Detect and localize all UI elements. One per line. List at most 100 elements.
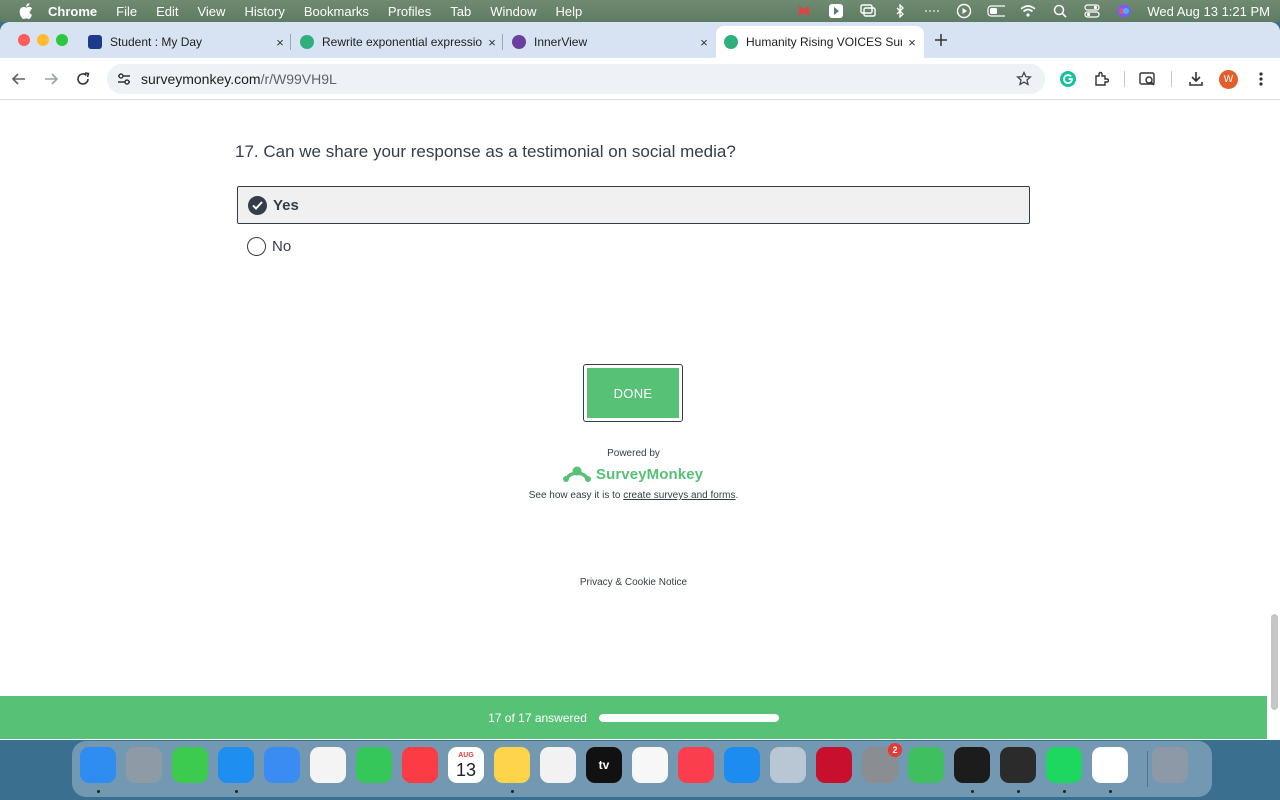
dock-messages-icon[interactable] bbox=[172, 747, 208, 783]
progress-track bbox=[598, 713, 779, 722]
tab-separator bbox=[502, 34, 503, 50]
tagline-suffix: . bbox=[735, 490, 739, 501]
grammarly-icon[interactable] bbox=[1057, 68, 1079, 90]
tab-student-my-day[interactable]: Student : My Day × bbox=[80, 26, 288, 58]
dock-news-icon[interactable] bbox=[678, 747, 714, 783]
tab-close-icon[interactable]: × bbox=[484, 34, 500, 50]
extensions-icon[interactable] bbox=[1090, 68, 1112, 90]
tab-close-icon[interactable]: × bbox=[272, 34, 288, 50]
menu-window[interactable]: Window bbox=[490, 4, 536, 19]
dots-menu-icon[interactable] bbox=[923, 4, 941, 18]
dock-system-settings-icon[interactable]: 2 bbox=[862, 743, 902, 783]
back-icon[interactable] bbox=[8, 68, 30, 90]
tab-close-icon[interactable]: × bbox=[904, 34, 920, 50]
dock-calendar-icon[interactable]: AUG 13 bbox=[448, 747, 484, 783]
dock-music-icon[interactable] bbox=[402, 747, 438, 783]
menu-view[interactable]: View bbox=[197, 4, 225, 19]
address-bar[interactable]: surveymonkey.com/r/W99VH9L bbox=[107, 64, 1045, 94]
tab-title: Rewrite exponential expressio bbox=[322, 35, 482, 49]
dock-tv-icon[interactable]: tv bbox=[586, 747, 622, 783]
answer-label: No bbox=[272, 237, 292, 255]
control-center-icon[interactable] bbox=[1083, 4, 1101, 18]
dock-app-store-icon[interactable] bbox=[724, 747, 760, 783]
tab-title: Humanity Rising VOICES Surv bbox=[746, 35, 902, 49]
tab-rewrite-exponential[interactable]: Rewrite exponential expressio × bbox=[292, 26, 500, 58]
close-window-button[interactable] bbox=[18, 34, 30, 46]
dock-launchpad-icon[interactable] bbox=[126, 747, 162, 783]
url-path: /r/W99VH9L bbox=[260, 71, 337, 87]
progress-footer: 17 of 17 answered bbox=[0, 696, 1267, 739]
siri-icon[interactable] bbox=[1115, 4, 1133, 18]
play-circle-icon[interactable] bbox=[955, 3, 973, 19]
menubar-clock[interactable]: Wed Aug 13 1:21 PM bbox=[1147, 4, 1270, 19]
menu-bar: Chrome File Edit View History Bookmarks … bbox=[0, 0, 1280, 22]
tab-close-icon[interactable]: × bbox=[696, 34, 712, 50]
answer-option-yes[interactable]: Yes bbox=[237, 186, 1030, 224]
more-menu-icon[interactable] bbox=[1250, 68, 1272, 90]
create-surveys-link[interactable]: create surveys and forms bbox=[623, 490, 735, 501]
radio-button-icon[interactable] bbox=[247, 236, 266, 256]
checkmark-icon[interactable] bbox=[248, 195, 267, 215]
tab-humanity-rising-survey[interactable]: Humanity Rising VOICES Surv × bbox=[716, 26, 924, 58]
battery-icon[interactable] bbox=[987, 4, 1006, 18]
download-icon[interactable] bbox=[1185, 68, 1207, 90]
tagline-prefix: See how easy it is to bbox=[528, 490, 624, 501]
media-menu-icon[interactable] bbox=[827, 4, 845, 18]
dock-preview-icon[interactable] bbox=[770, 747, 806, 783]
tab-strip: Student : My Day × Rewrite exponential e… bbox=[0, 22, 1280, 58]
reload-icon[interactable] bbox=[72, 68, 94, 90]
url-domain: surveymonkey.com bbox=[141, 71, 261, 87]
survey-page: 17. Can we share your response as a test… bbox=[0, 100, 1280, 740]
menu-edit[interactable]: Edit bbox=[156, 4, 178, 19]
dock-photos-icon[interactable] bbox=[310, 747, 346, 783]
tab-search-icon[interactable] bbox=[1137, 68, 1159, 90]
page-scrollbar[interactable] bbox=[1271, 614, 1278, 710]
answer-option-no[interactable]: No bbox=[237, 227, 1030, 265]
site-settings-icon[interactable] bbox=[115, 70, 133, 88]
bluetooth-icon[interactable] bbox=[891, 4, 909, 18]
bookmark-star-icon[interactable] bbox=[1015, 70, 1033, 88]
dock-safari-icon[interactable] bbox=[218, 747, 254, 783]
dock-infuse-icon[interactable] bbox=[1000, 747, 1036, 783]
dock-find-my-icon[interactable] bbox=[908, 747, 944, 783]
privacy-cookie-notice-link[interactable]: Privacy & Cookie Notice bbox=[0, 577, 1267, 588]
dock-reminders-icon[interactable] bbox=[632, 747, 668, 783]
menu-file[interactable]: File bbox=[116, 4, 137, 19]
dock-chrome-icon[interactable] bbox=[1092, 747, 1128, 783]
wifi-icon[interactable] bbox=[1019, 4, 1037, 18]
done-button[interactable]: DONE bbox=[587, 368, 679, 418]
surveymonkey-logo[interactable]: SurveyMonkey bbox=[563, 463, 703, 485]
zoom-window-button[interactable] bbox=[56, 34, 68, 46]
dock-finder-icon[interactable] bbox=[80, 747, 116, 783]
dock-icon-label: tv bbox=[598, 758, 610, 772]
new-tab-button[interactable] bbox=[932, 31, 950, 49]
dock-facetime-icon[interactable] bbox=[356, 747, 392, 783]
dock-notes-icon[interactable] bbox=[494, 747, 530, 783]
toolbar-divider bbox=[1171, 71, 1172, 87]
screen-mirror-icon[interactable] bbox=[859, 4, 877, 18]
dock-spotify-icon[interactable] bbox=[1046, 747, 1082, 783]
innerview-favicon-icon bbox=[512, 35, 526, 49]
browser-toolbar: surveymonkey.com/r/W99VH9L W bbox=[0, 58, 1280, 100]
forward-icon[interactable] bbox=[40, 68, 62, 90]
menu-tab[interactable]: Tab bbox=[450, 4, 471, 19]
dock-mail-icon[interactable] bbox=[264, 747, 300, 783]
dock-trash-icon[interactable] bbox=[1152, 747, 1188, 783]
dock-soundboard-icon[interactable] bbox=[954, 747, 990, 783]
menu-profiles[interactable]: Profiles bbox=[388, 4, 431, 19]
progress-text: 17 of 17 answered bbox=[488, 710, 587, 725]
menu-bookmarks[interactable]: Bookmarks bbox=[304, 4, 369, 19]
menu-history[interactable]: History bbox=[244, 4, 284, 19]
tab-innerview[interactable]: InnerView × bbox=[504, 26, 712, 58]
minimize-window-button[interactable] bbox=[37, 34, 49, 46]
mcafee-menu-icon[interactable] bbox=[795, 4, 813, 18]
menu-help[interactable]: Help bbox=[556, 4, 583, 19]
dock-freeform-icon[interactable] bbox=[540, 747, 576, 783]
spotlight-search-icon[interactable] bbox=[1051, 4, 1069, 18]
profile-avatar[interactable]: W bbox=[1219, 70, 1238, 89]
dock-mcafee-icon[interactable] bbox=[816, 747, 852, 783]
toolbar-divider bbox=[1124, 71, 1125, 87]
apple-icon[interactable] bbox=[18, 3, 34, 19]
url-text[interactable]: surveymonkey.com/r/W99VH9L bbox=[141, 71, 337, 87]
menu-app-name[interactable]: Chrome bbox=[48, 4, 97, 19]
